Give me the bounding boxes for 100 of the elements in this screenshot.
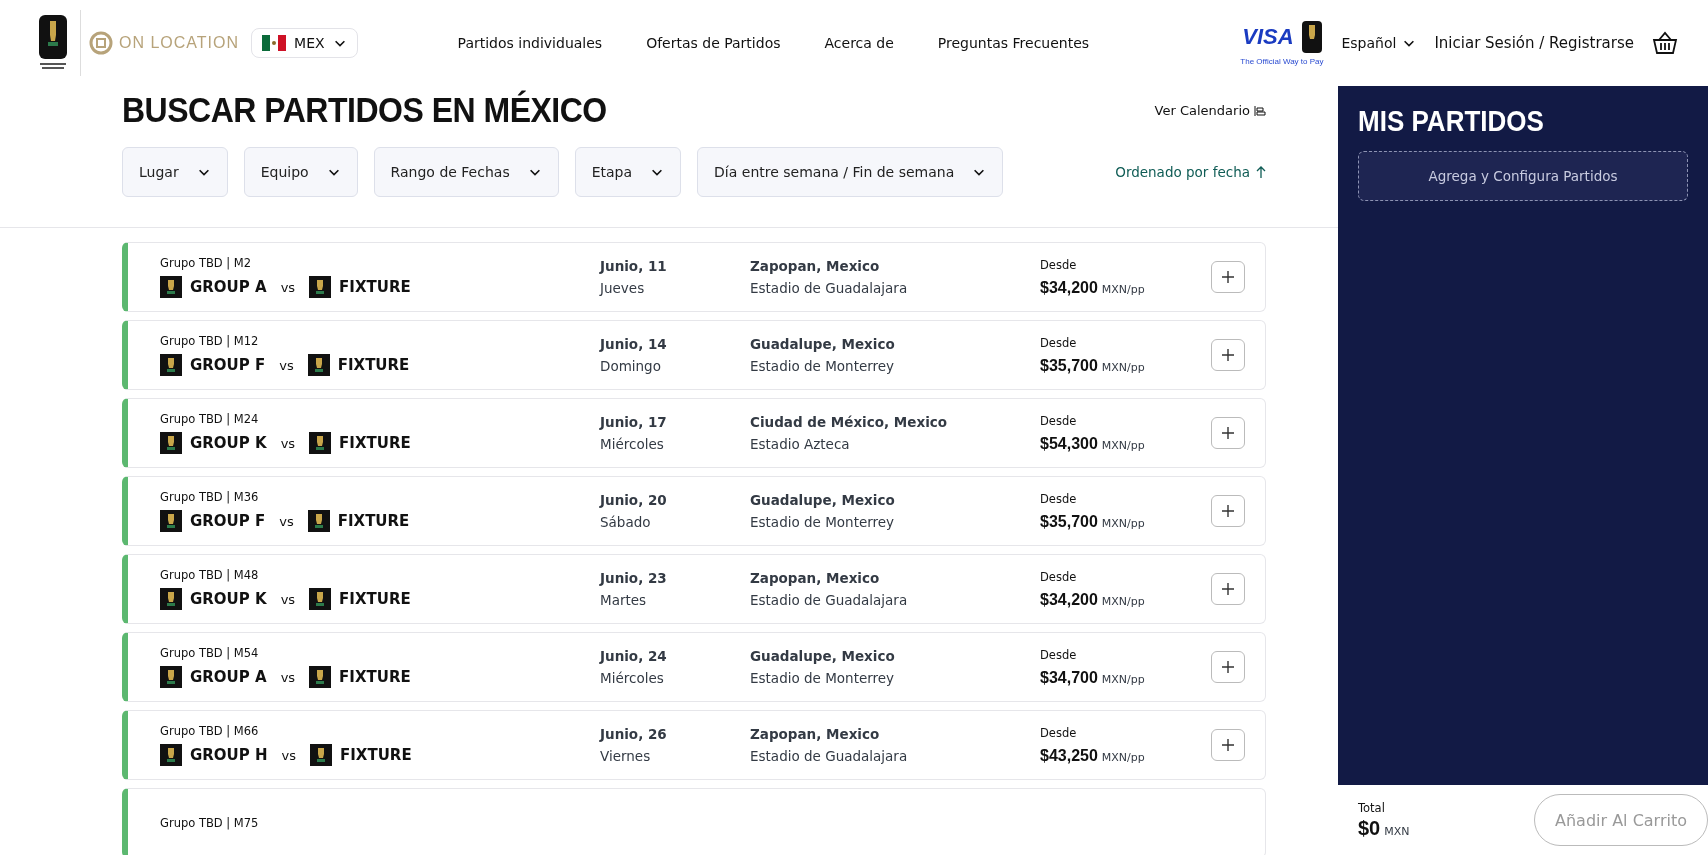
add-button[interactable]: [1211, 495, 1245, 527]
match-label: Grupo TBD | M2: [160, 256, 253, 270]
price-unit: MXN/pp: [1101, 438, 1145, 452]
add-button[interactable]: [1211, 651, 1245, 683]
versus-label: vs: [280, 591, 296, 607]
trophy-icon: [160, 744, 182, 766]
team-name: GROUP K: [190, 590, 267, 608]
match-price: $43,250: [1040, 746, 1098, 764]
match-city: Guadalupe, Mexico: [750, 336, 896, 352]
match-label: Grupo TBD | M48: [160, 568, 260, 582]
sort-link[interactable]: Ordenado por fecha: [1115, 164, 1250, 180]
stadium-name: Estadio de Guadalajara: [750, 592, 909, 608]
match-day: Viernes: [600, 748, 750, 764]
match-price: $34,200: [1040, 590, 1098, 608]
country-selector[interactable]: MEX: [251, 28, 358, 58]
login-link[interactable]: Iniciar Sesión / Registrarse: [1434, 34, 1634, 52]
team-name: FIXTURE: [339, 278, 411, 296]
price-unit: MXN/pp: [1101, 516, 1145, 530]
match-date: Junio, 26: [600, 726, 668, 742]
add-button[interactable]: [1211, 261, 1245, 293]
arrow-up-icon: [1256, 166, 1266, 178]
price-from-label: Desde: [1040, 257, 1078, 272]
trophy-icon: [160, 666, 182, 688]
page-title: BUSCAR PARTIDOS EN MÉXICO: [122, 90, 607, 131]
match-label: Grupo TBD | M36: [160, 490, 260, 504]
team-name: GROUP K: [190, 434, 267, 452]
match-city: Ciudad de México, Mexico: [750, 414, 949, 430]
trophy-icon: [160, 588, 182, 610]
team-name: GROUP A: [190, 668, 267, 686]
match-date: Junio, 23: [600, 570, 668, 586]
price-from-label: Desde: [1040, 335, 1078, 350]
plus-icon: [1221, 504, 1235, 518]
match-city: Guadalupe, Mexico: [750, 648, 896, 664]
match-date: Junio, 14: [600, 336, 668, 352]
team-name: GROUP A: [190, 278, 267, 296]
basket-icon[interactable]: [1652, 31, 1678, 55]
team-name: GROUP F: [190, 512, 266, 530]
team-name: FIXTURE: [337, 356, 410, 374]
flag-icon: [262, 35, 287, 51]
versus-label: vs: [279, 513, 294, 529]
add-matches-button[interactable]: Agrega y Configura Partidos: [1358, 151, 1688, 201]
price-from-label: Desde: [1040, 413, 1078, 428]
stadium-name: Estadio de Guadalajara: [750, 748, 909, 764]
plus-icon: [1221, 348, 1235, 362]
match-price: $34,700: [1040, 668, 1098, 686]
plus-icon: [1221, 426, 1235, 440]
team-name: FIXTURE: [339, 590, 411, 608]
filter-dropdown[interactable]: Lugar: [122, 147, 228, 197]
nav-link[interactable]: Acerca de: [824, 35, 894, 51]
price-unit: MXN/pp: [1101, 594, 1145, 608]
add-button[interactable]: [1211, 417, 1245, 449]
price-from-label: Desde: [1040, 647, 1078, 662]
match-price: $35,700: [1040, 512, 1098, 530]
match-city: Zapopan, Mexico: [750, 570, 881, 586]
filter-dropdown[interactable]: Día entre semana / Fin de semana: [697, 147, 1004, 197]
price-unit: MXN/pp: [1101, 360, 1145, 374]
filter-dropdown[interactable]: Rango de Fechas: [373, 147, 559, 197]
trophy-icon: [160, 510, 182, 532]
nav-link[interactable]: Preguntas Frecuentes: [937, 35, 1090, 51]
add-button[interactable]: [1211, 729, 1245, 761]
filter-dropdown[interactable]: Equipo: [243, 147, 358, 197]
match-city: Zapopan, Mexico: [750, 726, 881, 742]
brand-name: ON LOCATION: [119, 34, 240, 52]
match-day: Domingo: [600, 358, 750, 374]
match-date: Junio, 24: [600, 648, 668, 664]
nav-link[interactable]: Partidos individuales: [457, 35, 603, 51]
trophy-icon: [160, 354, 182, 376]
team-name: FIXTURE: [340, 746, 412, 764]
stadium-name: Estadio de Monterrey: [750, 358, 896, 374]
match-day: Martes: [600, 592, 750, 608]
fifa-26-logo-icon: [1301, 20, 1322, 53]
total-amount: $0: [1358, 816, 1381, 839]
price-from-label: Desde: [1040, 569, 1078, 584]
match-label: Grupo TBD | M24: [160, 412, 260, 426]
match-label: Grupo TBD | M54: [160, 646, 260, 660]
versus-label: vs: [280, 279, 296, 295]
match-day: Sábado: [600, 514, 750, 530]
trophy-icon: [309, 276, 332, 298]
trophy-icon: [307, 354, 330, 376]
add-button[interactable]: [1211, 573, 1245, 605]
trophy-icon: [309, 588, 332, 610]
team-name: FIXTURE: [337, 512, 410, 530]
language-selector[interactable]: Español: [1341, 35, 1417, 51]
match-price: $54,300: [1040, 434, 1098, 452]
calendar-link[interactable]: Ver Calendario: [1154, 103, 1266, 118]
plus-icon: [1221, 738, 1235, 752]
nav-link[interactable]: Ofertas de Partidos: [646, 35, 781, 51]
plus-icon: [1221, 660, 1235, 674]
trophy-icon: [307, 510, 330, 532]
add-button[interactable]: [1211, 339, 1245, 371]
filter-dropdown[interactable]: Etapa: [574, 147, 682, 197]
match-date: Junio, 20: [600, 492, 668, 508]
price-from-label: Desde: [1040, 725, 1078, 740]
match-day: Miércoles: [600, 670, 750, 686]
stadium-name: Estadio de Guadalajara: [750, 280, 909, 296]
calendar-icon: [1254, 104, 1266, 117]
team-name: FIXTURE: [339, 434, 411, 452]
match-price: $34,200: [1040, 278, 1098, 296]
match-label: Grupo TBD | M75: [160, 816, 260, 830]
trophy-icon: [309, 432, 332, 454]
